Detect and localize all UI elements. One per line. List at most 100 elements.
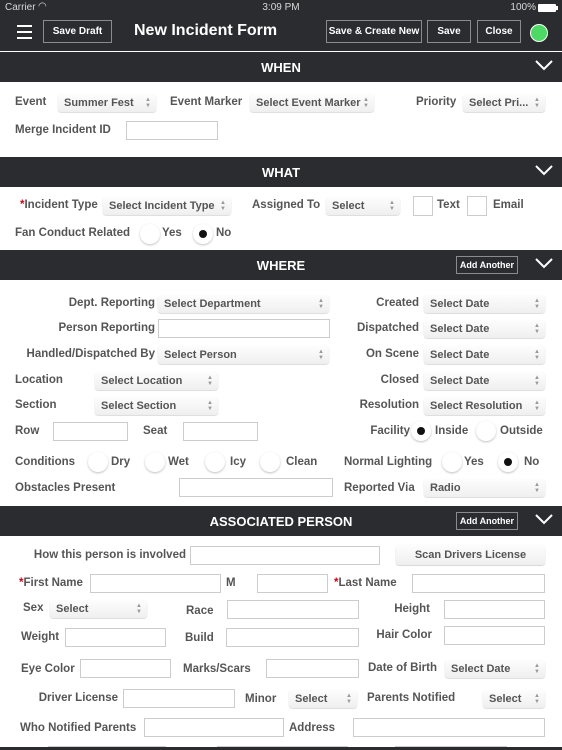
- hair-color-label: Hair Color: [376, 629, 432, 641]
- chevron-down-icon[interactable]: [535, 512, 553, 526]
- minor-value: Select: [295, 693, 328, 705]
- event-marker-select[interactable]: Select Event Marker ▲ ▼: [250, 94, 374, 112]
- who-notified-input[interactable]: [144, 718, 284, 737]
- dispatched-date-value: Select Date: [430, 323, 490, 335]
- resolution-label: Resolution: [359, 399, 419, 411]
- sex-label: Sex: [23, 602, 44, 614]
- conditions-clean-radio[interactable]: [260, 452, 280, 472]
- facility-inside-radio[interactable]: [411, 421, 431, 441]
- section-select[interactable]: Select Section ▲ ▼: [95, 397, 218, 415]
- handled-by-select[interactable]: Select Person ▲ ▼: [158, 346, 329, 364]
- select-arrows-icon: ▲ ▼: [145, 97, 151, 109]
- assigned-to-select[interactable]: Select ▲ ▼: [326, 197, 400, 215]
- parents-notified-value: Select: [489, 693, 522, 705]
- weight-input[interactable]: [65, 628, 166, 647]
- conditions-dry-radio[interactable]: [88, 452, 108, 472]
- conditions-icy-radio[interactable]: [205, 452, 225, 472]
- save-draft-button[interactable]: Save Draft: [43, 20, 112, 43]
- closed-date-select[interactable]: Select Date ▲ ▼: [424, 372, 545, 390]
- address-input[interactable]: [353, 718, 545, 737]
- row-input[interactable]: [53, 422, 128, 441]
- seat-input[interactable]: [183, 422, 258, 441]
- parents-notified-select[interactable]: Select ▲ ▼: [483, 690, 545, 708]
- lighting-yes-radio[interactable]: [442, 452, 462, 472]
- select-arrows-icon: ▲ ▼: [534, 323, 540, 335]
- section-header-when[interactable]: WHEN: [0, 52, 562, 82]
- location-select[interactable]: Select Location ▲ ▼: [95, 372, 218, 390]
- fan-conduct-no-radio[interactable]: [193, 224, 213, 244]
- created-date-select[interactable]: Select Date ▲ ▼: [424, 295, 545, 313]
- chevron-down-icon[interactable]: [535, 58, 553, 72]
- dept-reporting-select[interactable]: Select Department ▲ ▼: [158, 295, 329, 313]
- person-reporting-label: Person Reporting: [58, 322, 155, 334]
- section-label: Section: [15, 399, 57, 411]
- obstacles-label: Obstacles Present: [15, 482, 116, 494]
- save-create-new-button[interactable]: Save & Create New: [326, 20, 422, 43]
- hair-color-input[interactable]: [444, 626, 545, 645]
- on-scene-date-select[interactable]: Select Date ▲ ▼: [424, 346, 545, 364]
- where-add-another-button[interactable]: Add Another: [456, 256, 518, 274]
- resolution-value: Select Resolution: [430, 400, 523, 412]
- email-checkbox[interactable]: [467, 196, 487, 216]
- lighting-no-radio[interactable]: [498, 452, 518, 472]
- incident-type-label: *Incident Type: [20, 199, 98, 211]
- select-arrows-icon: ▲ ▼: [534, 400, 540, 412]
- select-arrows-icon: ▲ ▼: [207, 400, 213, 412]
- last-name-label: *Last Name: [334, 577, 397, 589]
- person-add-another-button[interactable]: Add Another: [456, 512, 518, 530]
- closed-label: Closed: [380, 374, 419, 386]
- build-input[interactable]: [226, 628, 359, 647]
- resolution-select[interactable]: Select Resolution ▲ ▼: [424, 397, 545, 415]
- conditions-clean-label: Clean: [286, 456, 318, 468]
- incident-type-select[interactable]: Select Incident Type ▲ ▼: [103, 197, 231, 215]
- fan-conduct-yes-radio[interactable]: [140, 224, 160, 244]
- dispatched-label: Dispatched: [357, 322, 419, 334]
- middle-initial-input[interactable]: [257, 574, 328, 593]
- reported-via-select[interactable]: Radio ▲ ▼: [424, 479, 545, 497]
- marks-scars-input[interactable]: [266, 659, 359, 678]
- priority-value: Select Pri...: [469, 97, 529, 109]
- select-arrows-icon: ▲ ▼: [318, 349, 324, 361]
- driver-license-input[interactable]: [123, 689, 235, 708]
- scan-drivers-license-button[interactable]: Scan Drivers License: [396, 545, 545, 565]
- hamburger-menu-icon[interactable]: [17, 25, 32, 39]
- priority-select[interactable]: Select Pri... ▲ ▼: [463, 94, 545, 112]
- height-label: Height: [394, 603, 430, 615]
- last-name-input[interactable]: [412, 574, 545, 593]
- race-label: Race: [186, 605, 214, 617]
- section-header-what[interactable]: WHAT: [0, 157, 562, 187]
- merge-incident-input[interactable]: [126, 121, 218, 140]
- select-arrows-icon: ▲ ▼: [534, 693, 540, 705]
- obstacles-input[interactable]: [179, 478, 333, 497]
- page-title: New Incident Form: [134, 22, 278, 39]
- section-header-associated-person[interactable]: ASSOCIATED PERSON Add Another: [0, 506, 562, 536]
- chevron-down-icon[interactable]: [535, 163, 553, 177]
- chevron-down-icon[interactable]: [535, 256, 553, 270]
- conditions-icy-label: Icy: [230, 456, 246, 468]
- person-reporting-input[interactable]: [158, 319, 330, 338]
- section-title: WHEN: [261, 60, 301, 75]
- sex-select[interactable]: Select ▲ ▼: [50, 600, 147, 618]
- event-select[interactable]: Summer Fest ▲ ▼: [58, 94, 156, 112]
- minor-select[interactable]: Select ▲ ▼: [289, 690, 357, 708]
- status-indicator: [530, 24, 548, 42]
- text-checkbox[interactable]: [413, 196, 433, 216]
- conditions-wet-radio[interactable]: [145, 452, 165, 472]
- race-input[interactable]: [227, 600, 359, 619]
- dob-select[interactable]: Select Date ▲ ▼: [445, 660, 545, 678]
- select-arrows-icon: ▲ ▼: [363, 97, 369, 109]
- priority-label: Priority: [416, 96, 457, 108]
- marks-scars-label: Marks/Scars: [183, 663, 251, 675]
- save-button[interactable]: Save: [427, 20, 471, 43]
- facility-outside-radio[interactable]: [476, 421, 496, 441]
- build-label: Build: [185, 632, 214, 644]
- involved-input[interactable]: [190, 546, 380, 565]
- involved-label: How this person is involved: [33, 549, 186, 561]
- close-button[interactable]: Close: [477, 20, 521, 43]
- eye-color-input[interactable]: [80, 659, 171, 678]
- section-header-where[interactable]: WHERE Add Another: [0, 250, 562, 280]
- facility-label: Facility: [370, 425, 410, 437]
- dispatched-date-select[interactable]: Select Date ▲ ▼: [424, 320, 545, 338]
- height-input[interactable]: [444, 600, 545, 619]
- first-name-input[interactable]: [90, 574, 221, 593]
